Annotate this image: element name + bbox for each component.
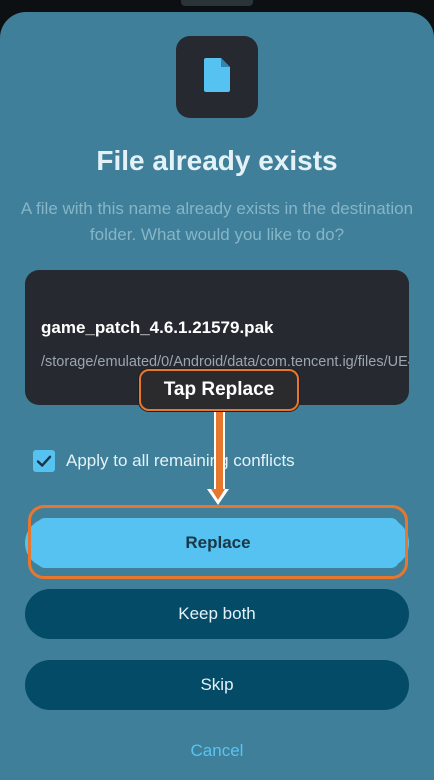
apply-all-label: Apply to all remaining conflicts [66, 451, 295, 470]
keep-both-button[interactable]: Keep both [25, 589, 409, 639]
dialog-message: A file with this name already exists in … [20, 199, 414, 244]
apply-all-checkbox[interactable] [33, 450, 55, 472]
dialog-title: File already exists [96, 145, 338, 176]
skip-button[interactable]: Skip [25, 660, 409, 710]
document-icon [204, 57, 230, 97]
file-badge [176, 36, 258, 118]
checkmark-icon [36, 455, 52, 467]
pointer-arrow [214, 411, 225, 491]
cancel-link[interactable]: Cancel [0, 741, 434, 761]
top-handle [181, 0, 253, 6]
tap-hint-tooltip: Tap Replace [139, 369, 299, 411]
pointer-arrow-head-fill [211, 489, 225, 500]
file-name: game_patch_4.6.1.21579.pak [41, 318, 274, 337]
apply-all-option[interactable]: Apply to all remaining conflicts [33, 446, 295, 476]
replace-highlight-outline [28, 505, 408, 579]
